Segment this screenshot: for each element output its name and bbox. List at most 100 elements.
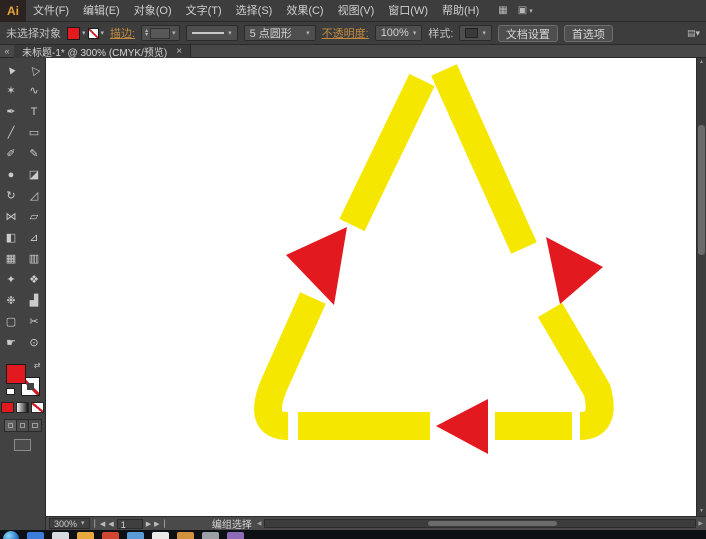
- pencil-tool[interactable]: ✎: [23, 144, 46, 165]
- style-dropdown[interactable]: ▾: [459, 25, 492, 41]
- perspective-grid-tool[interactable]: ⊿: [23, 228, 46, 249]
- rectangle-tool[interactable]: ▭: [23, 123, 46, 144]
- last-artboard-button[interactable]: ▶▕: [154, 520, 165, 528]
- arrange-documents-icon[interactable]: ▦: [498, 5, 507, 16]
- control-panel-menu-icon[interactable]: ▤▾: [687, 28, 700, 39]
- fill-swatch[interactable]: [67, 27, 80, 40]
- gradient-button[interactable]: [16, 402, 29, 413]
- line-segment-tool[interactable]: ╱: [0, 123, 23, 144]
- free-transform-tool[interactable]: ▱: [23, 207, 46, 228]
- default-fill-stroke-icon[interactable]: [6, 388, 15, 395]
- menu-item[interactable]: 编辑(E): [76, 0, 127, 22]
- taskbar-app-icon[interactable]: [77, 532, 94, 539]
- swap-fill-stroke-icon[interactable]: ⇄: [34, 362, 41, 370]
- canvas[interactable]: ▲ ▼: [46, 58, 706, 516]
- taskbar-app-icon[interactable]: [152, 532, 169, 539]
- stepper-arrows-icon[interactable]: ▴▾: [145, 29, 148, 37]
- type-tool[interactable]: T: [23, 102, 46, 123]
- draw-inside-mode-button[interactable]: [29, 420, 41, 431]
- fill-chevron-down-icon[interactable]: ▾: [82, 30, 86, 37]
- color-button[interactable]: [1, 402, 14, 413]
- tab-close-icon[interactable]: ×: [176, 46, 182, 57]
- stroke-weight-label[interactable]: 描边:: [110, 25, 135, 41]
- menu-item[interactable]: 帮助(H): [435, 0, 486, 22]
- eyedropper-tool[interactable]: ✦: [0, 270, 23, 291]
- menu-item[interactable]: 效果(C): [279, 0, 330, 22]
- taskbar-icons: [27, 530, 244, 539]
- draw-normal-mode-button[interactable]: [5, 420, 17, 431]
- none-button[interactable]: [31, 402, 44, 413]
- workspace-switcher-icon[interactable]: ▣▾: [518, 5, 533, 16]
- opacity-dropdown[interactable]: 100% ▾: [375, 25, 423, 41]
- opacity-label[interactable]: 不透明度:: [322, 25, 369, 41]
- recycle-arrow-bottom[interactable]: [436, 399, 488, 454]
- zoom-tool[interactable]: ⊙: [23, 333, 46, 354]
- first-artboard-button[interactable]: ▏◀: [95, 520, 106, 528]
- stroke-weight-stepper[interactable]: ▴▾ ▾: [141, 25, 180, 41]
- triangle-band-lower-right[interactable]: [550, 310, 600, 426]
- triangle-band-upper-right[interactable]: [444, 70, 524, 248]
- pen-tool[interactable]: ✒: [0, 102, 23, 123]
- menu-item[interactable]: 视图(V): [331, 0, 382, 22]
- menu-item[interactable]: 文字(T): [179, 0, 229, 22]
- magic-wand-tool[interactable]: ✶: [0, 81, 23, 102]
- scroll-up-icon[interactable]: ▲: [699, 58, 704, 67]
- artboard-number-field[interactable]: 1: [117, 519, 143, 529]
- width-profile-dropdown[interactable]: ▾: [186, 25, 238, 41]
- width-tool[interactable]: ⋈: [0, 207, 23, 228]
- next-artboard-button[interactable]: ▶: [146, 520, 151, 528]
- eraser-tool[interactable]: ◪: [23, 165, 46, 186]
- menu-item[interactable]: 文件(F): [26, 0, 76, 22]
- vertical-scrollbar[interactable]: ▲ ▼: [696, 58, 706, 516]
- preferences-button[interactable]: 首选项: [564, 25, 613, 42]
- mesh-tool[interactable]: ▦: [0, 249, 23, 270]
- scroll-right-icon[interactable]: ▶: [698, 520, 703, 527]
- scroll-left-icon[interactable]: ◀: [257, 520, 262, 527]
- triangle-band-lower-left[interactable]: [268, 298, 313, 426]
- menu-item[interactable]: 选择(S): [229, 0, 280, 22]
- taskbar-app-icon[interactable]: [27, 532, 44, 539]
- stroke-swatch[interactable]: [88, 28, 99, 39]
- screen-mode-button[interactable]: [14, 439, 31, 451]
- blob-brush-tool[interactable]: ●: [0, 165, 23, 186]
- stroke-weight-value[interactable]: [150, 28, 170, 39]
- brush-dropdown[interactable]: 5 点圆形 ▾: [244, 25, 316, 41]
- document-setup-button[interactable]: 文档设置: [498, 25, 558, 42]
- scale-tool[interactable]: ◿: [23, 186, 46, 207]
- recycle-arrow-right[interactable]: [546, 237, 603, 304]
- menu-item[interactable]: 窗口(W): [381, 0, 435, 22]
- artboard-tool[interactable]: ▢: [0, 312, 23, 333]
- taskbar-app-icon[interactable]: [202, 532, 219, 539]
- taskbar-app-icon[interactable]: [177, 532, 194, 539]
- scroll-down-icon[interactable]: ▼: [699, 507, 704, 516]
- gradient-tool[interactable]: ▥: [23, 249, 46, 270]
- horizontal-scrollbar-thumb[interactable]: [428, 521, 557, 526]
- blend-tool[interactable]: ❖: [23, 270, 46, 291]
- shape-builder-tool[interactable]: ◧: [0, 228, 23, 249]
- zoom-dropdown[interactable]: 300% ▾: [49, 518, 90, 529]
- menu-item[interactable]: 对象(O): [127, 0, 179, 22]
- hand-tool[interactable]: ☛: [0, 333, 23, 354]
- triangle-band-upper-left[interactable]: [352, 80, 422, 225]
- document-tab[interactable]: 未标题-1* @ 300% (CMYK/预览) ×: [14, 45, 191, 58]
- prev-artboard-button[interactable]: ◀: [108, 520, 113, 528]
- chevron-down-icon: ▾: [413, 30, 417, 37]
- symbol-sprayer-tool[interactable]: ❉: [0, 291, 23, 312]
- column-graph-tool[interactable]: ▟: [23, 291, 46, 312]
- horizontal-scrollbar[interactable]: ◀ ▶: [257, 518, 703, 529]
- taskbar-app-icon[interactable]: [52, 532, 69, 539]
- taskbar-app-icon[interactable]: [127, 532, 144, 539]
- fill-color-box[interactable]: [6, 364, 26, 384]
- taskbar-app-icon[interactable]: [102, 532, 119, 539]
- rotate-tool[interactable]: ↻: [0, 186, 23, 207]
- paintbrush-tool[interactable]: ✐: [0, 144, 23, 165]
- slice-tool[interactable]: ✂: [23, 312, 46, 333]
- stroke-chevron-down-icon[interactable]: ▾: [101, 30, 105, 37]
- horizontal-scrollbar-track[interactable]: [264, 519, 697, 528]
- vertical-scrollbar-thumb[interactable]: [698, 125, 705, 255]
- vertical-scrollbar-track[interactable]: [697, 67, 706, 507]
- taskbar-app-icon[interactable]: [227, 532, 244, 539]
- start-button[interactable]: [3, 531, 19, 539]
- recycle-arrow-left[interactable]: [286, 227, 347, 305]
- draw-behind-mode-button[interactable]: [17, 420, 29, 431]
